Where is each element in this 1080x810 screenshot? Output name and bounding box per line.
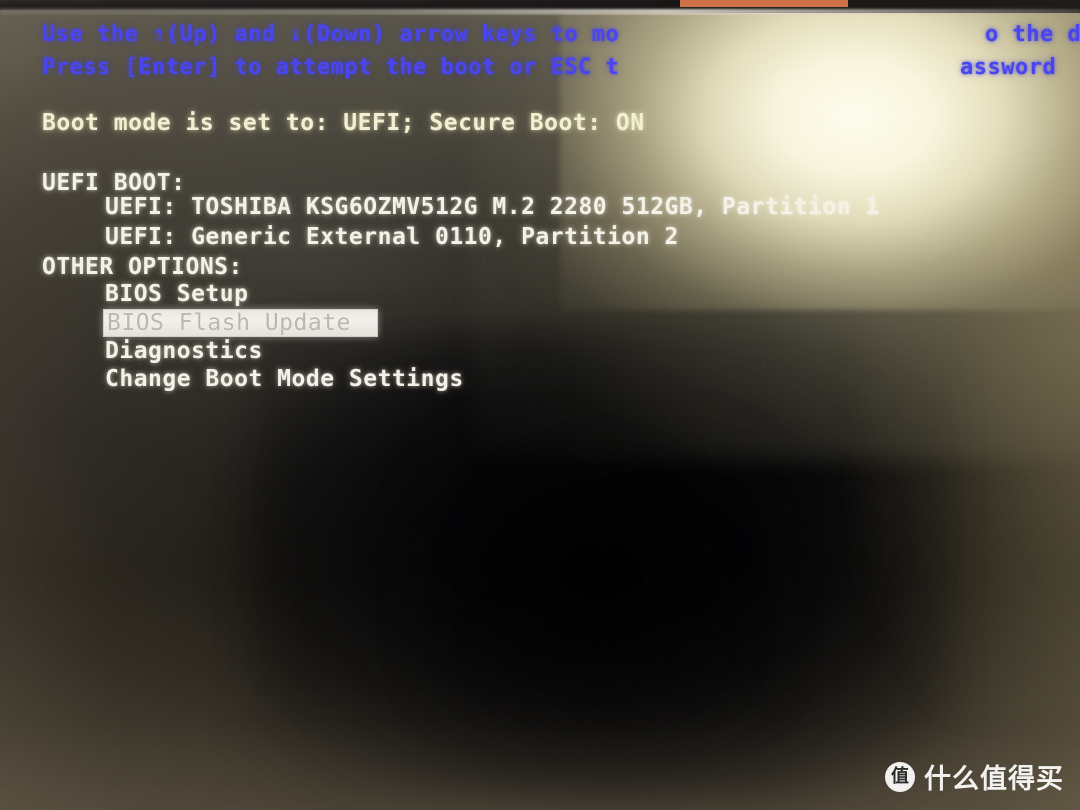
bios-text-layer: Use the ⇑(Up) and ⇓(Down) arrow keys to … — [0, 0, 1080, 810]
section-heading-other-options: OTHER OPTIONS: — [42, 254, 243, 280]
boot-entry-toshiba[interactable]: UEFI: TOSHIBA KSG6OZMV512G M.2 2280 512G… — [105, 194, 880, 220]
option-change-boot-mode-settings[interactable]: Change Boot Mode Settings — [105, 366, 464, 392]
section-heading-uefi-boot: UEFI BOOT: — [42, 170, 186, 196]
boot-mode-status: Boot mode is set to: UEFI; Secure Boot: … — [42, 110, 645, 136]
bezel-orange-sticker — [680, 0, 848, 7]
option-diagnostics[interactable]: Diagnostics — [105, 338, 263, 364]
watermark-text: 什么值得买 — [924, 764, 1064, 795]
boot-menu-screen-photo: Use the ⇑(Up) and ⇓(Down) arrow keys to … — [0, 0, 1080, 810]
option-bios-flash-update-selected[interactable]: BIOS Flash Update — [103, 309, 378, 337]
bezel-highlight — [0, 9, 1080, 14]
help-line-2-tail: assword — [960, 55, 1057, 80]
boot-entry-generic-external[interactable]: UEFI: Generic External 0110, Partition 2 — [105, 224, 679, 250]
watermark: 值 什么值得买 — [885, 757, 1064, 796]
help-line-2: Press [Enter] to attempt the boot or ESC… — [42, 55, 620, 80]
help-line-1-tail: o the d — [985, 22, 1080, 47]
help-line-1: Use the ⇑(Up) and ⇓(Down) arrow keys to … — [42, 22, 620, 47]
watermark-badge-icon: 值 — [885, 761, 915, 792]
option-bios-setup[interactable]: BIOS Setup — [105, 281, 248, 307]
option-bios-flash-update-label: BIOS Flash Update — [107, 310, 351, 336]
